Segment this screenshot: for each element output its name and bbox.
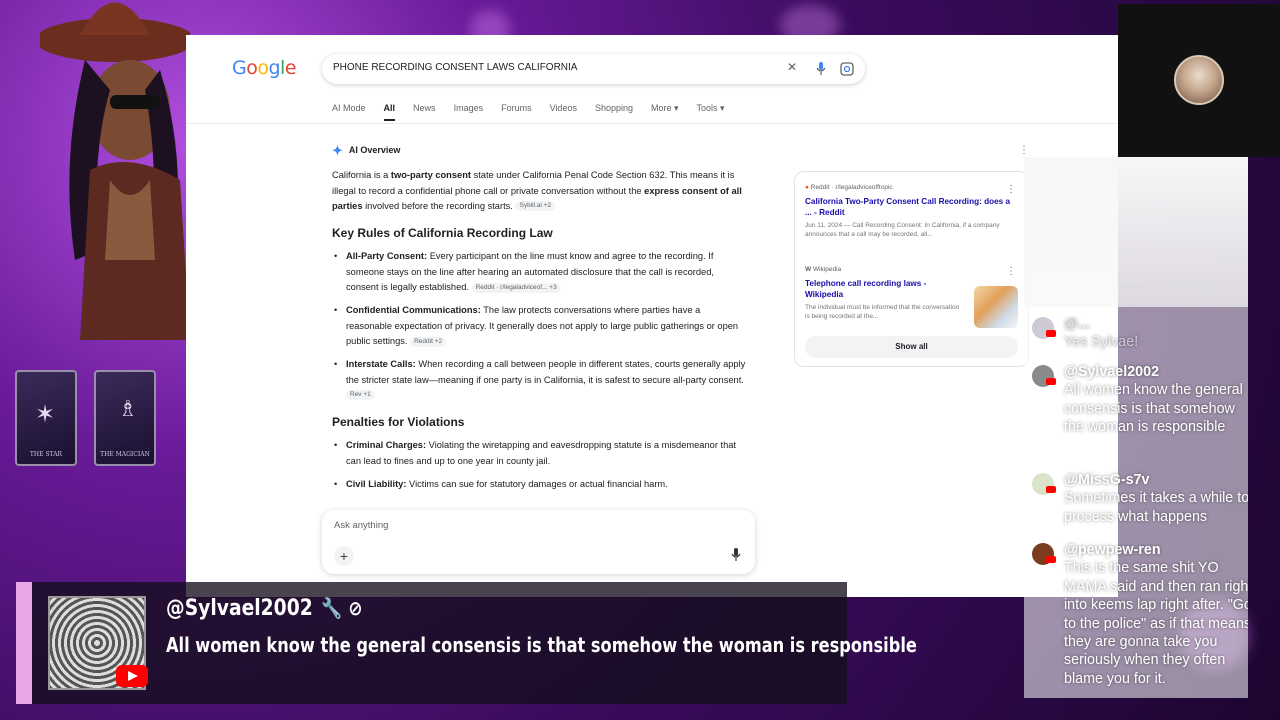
penalties-heading: Penalties for Violations (332, 415, 465, 430)
add-button[interactable]: + (334, 546, 354, 566)
source-title[interactable]: California Two-Party Consent Call Record… (805, 196, 1017, 218)
chat-message: @pewpew-ren This is the same shit YO MAM… (1032, 541, 1248, 688)
youtube-icon (116, 665, 148, 687)
featured-username: @Sylvael2002 🔧 ⊘ (166, 596, 363, 621)
sources-panel: ● Reddit · r/legaladviceofftopic Califor… (794, 171, 1029, 367)
microphone-icon[interactable] (816, 62, 826, 76)
accent-bar (16, 582, 32, 704)
live-chat: @... Yes Sylvae! @Sylvael2002 All women … (1024, 157, 1248, 698)
list-item: Interstate Calls: When recording a call … (332, 357, 748, 403)
webcam-overlay (1118, 4, 1280, 157)
youtube-icon (1046, 330, 1056, 337)
source-chip[interactable]: Reddit · r/legaladviceof... +3 (471, 282, 561, 293)
ai-overview-title: AI Overview (348, 145, 401, 155)
source-card-wikipedia[interactable]: W Wikipedia Telephone call recording law… (805, 266, 965, 321)
tarot-card-magician: ♗ THE MAGICIAN (94, 370, 156, 466)
chat-message: @Sylvael2002 All women know the general … (1032, 363, 1248, 437)
tarot-label: THE MAGICIAN (100, 451, 150, 458)
browser-window: Google PHONE RECORDING CONSENT LAWS CALI… (186, 35, 1118, 597)
tab-videos[interactable]: Videos (550, 103, 577, 121)
source-chip[interactable]: Rev +1 (346, 390, 375, 401)
list-item: Civil Liability: Victims can sue for sta… (332, 477, 748, 493)
tab-ai-mode[interactable]: AI Mode (332, 103, 366, 121)
search-bar[interactable]: PHONE RECORDING CONSENT LAWS CALIFORNIA … (322, 54, 865, 84)
penalties-list: Criminal Charges: Violating the wiretapp… (332, 438, 748, 492)
chat-message: @MissG-s7v Sometimes it takes a while to… (1032, 471, 1248, 526)
ask-anything-box[interactable]: Ask anything + (322, 510, 755, 574)
source-site: ● Reddit · r/legaladviceofftopic (805, 184, 893, 191)
tarot-label: THE STAR (29, 451, 63, 458)
streamer-avatar-art (40, 2, 190, 340)
chat-fade (1024, 157, 1248, 307)
microphone-icon[interactable] (731, 548, 741, 562)
magician-figure-icon: ♗ (118, 396, 138, 421)
chat-username: @pewpew-ren (1064, 542, 1161, 558)
source-snippet: Jun 11, 2024 — Call Recording Consent: I… (805, 222, 1000, 238)
star-icon: ✶ (35, 401, 56, 428)
ai-overview-header: ✦ AI Overview (332, 143, 748, 158)
tab-news[interactable]: News (413, 103, 436, 121)
search-query[interactable]: PHONE RECORDING CONSENT LAWS CALIFORNIA (333, 62, 577, 73)
tab-tools[interactable]: Tools ▾ (697, 103, 725, 121)
moderator-badges: 🔧 ⊘ (321, 596, 363, 620)
tab-forums[interactable]: Forums (501, 103, 532, 121)
list-item: Confidential Communications: The law pro… (332, 303, 748, 349)
source-snippet: The individual must be informed that the… (805, 304, 960, 320)
chat-text: All women know the general consensis is … (1064, 382, 1243, 436)
list-item: All-Party Consent: Every participant on … (332, 249, 748, 295)
source-card-reddit[interactable]: ● Reddit · r/legaladviceofftopic Califor… (805, 184, 1017, 239)
chat-text: Yes Sylvae! (1064, 334, 1139, 351)
tab-more[interactable]: More ▾ (651, 103, 679, 121)
tab-shopping[interactable]: Shopping (595, 103, 633, 121)
chat-username: @Sylvael2002 (1064, 364, 1160, 380)
chat-text: This is the same shit YO MAMA said and t… (1064, 560, 1248, 687)
chat-username: @... (1064, 316, 1090, 332)
wikipedia-icon: W (805, 266, 812, 273)
youtube-icon (1046, 486, 1056, 493)
webcam-avatar (1174, 55, 1224, 105)
google-lens-icon[interactable] (840, 62, 854, 76)
chat-text: Sometimes it takes a while to process wh… (1064, 490, 1248, 525)
chat-username: @MissG-s7v (1064, 472, 1150, 488)
youtube-icon (1046, 556, 1056, 563)
tarot-card-star: ✶ THE STAR (15, 370, 77, 466)
google-logo[interactable]: Google (232, 57, 297, 79)
clear-icon[interactable]: ✕ (787, 60, 797, 74)
key-rules-list: All-Party Consent: Every participant on … (332, 249, 748, 403)
reddit-icon: ● (805, 184, 809, 191)
chat-message: @... Yes Sylvae! (1032, 315, 1248, 352)
search-tabs: AI Mode All News Images Forums Videos Sh… (332, 103, 725, 121)
tab-images[interactable]: Images (454, 103, 484, 121)
source-chip[interactable]: Reddit +2 (410, 336, 447, 347)
list-item: Criminal Charges: Violating the wiretapp… (332, 438, 748, 469)
source-title[interactable]: Telephone call recording laws - Wikipedi… (805, 278, 965, 300)
featured-comment: @Sylvael2002 🔧 ⊘ All women know the gener… (16, 582, 917, 704)
more-options-icon[interactable]: ⋮ (1006, 266, 1016, 277)
show-all-button[interactable]: Show all (805, 336, 1018, 358)
ai-overview: ✦ AI Overview California is a two-party … (332, 143, 748, 500)
ask-input-placeholder[interactable]: Ask anything (334, 520, 388, 531)
key-rules-heading: Key Rules of California Recording Law (332, 226, 553, 241)
source-site: W Wikipedia (805, 266, 842, 273)
sparkle-icon: ✦ (332, 143, 343, 158)
more-options-icon[interactable]: ⋮ (1019, 145, 1029, 156)
tab-all[interactable]: All (383, 103, 396, 121)
youtube-icon (1046, 378, 1056, 385)
featured-text: All women know the general consensis is … (166, 633, 917, 657)
map-thumbnail[interactable] (974, 286, 1018, 328)
divider (186, 123, 1118, 124)
source-chip[interactable]: Sybill.ai +2 (515, 201, 556, 212)
more-options-icon[interactable]: ⋮ (1006, 184, 1016, 195)
ai-overview-intro: California is a two-party consent state … (332, 170, 742, 212)
